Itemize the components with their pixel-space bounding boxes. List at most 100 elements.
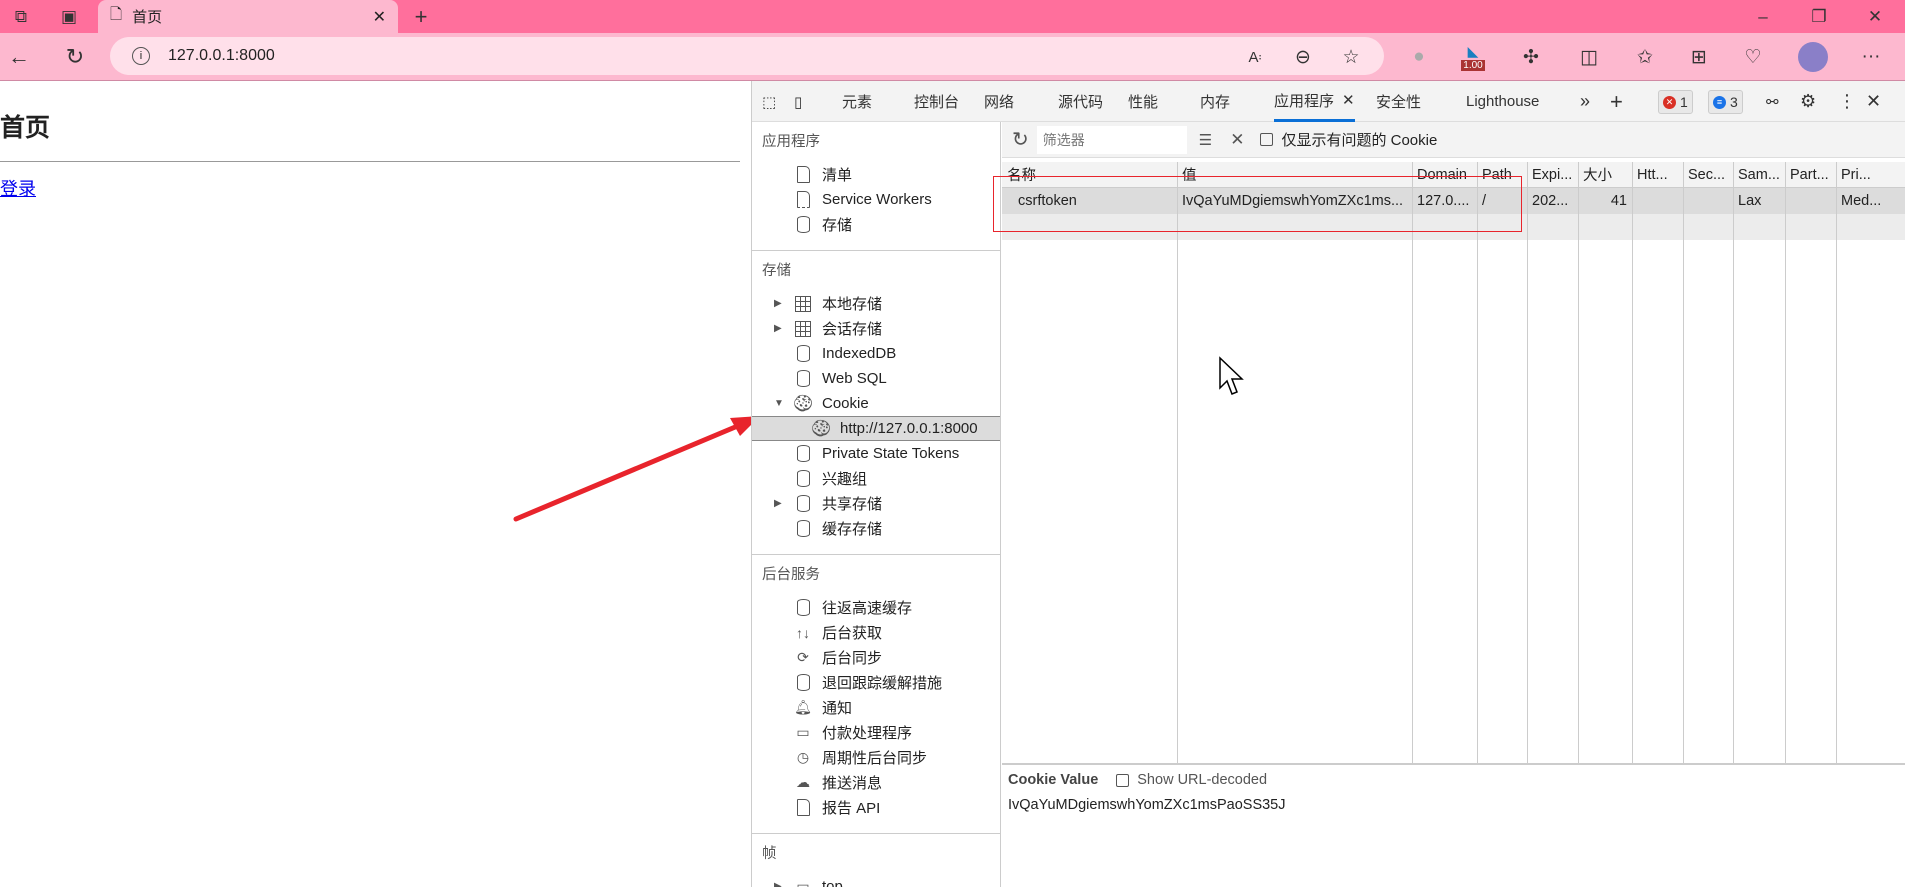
column-divider[interactable]: [1733, 162, 1734, 763]
sidebar-item[interactable]: IndexedDB: [752, 341, 1000, 366]
column-header[interactable]: Pri...: [1836, 162, 1905, 187]
devtools-tab[interactable]: 性能: [1128, 81, 1158, 122]
expand-arrow-icon[interactable]: ▶: [774, 498, 792, 509]
devtools-tab[interactable]: Lighthouse: [1466, 81, 1539, 122]
sidebar-item[interactable]: 退回跟踪缓解措施: [752, 670, 1000, 695]
message-count-badge[interactable]: ≡ 3: [1708, 90, 1743, 114]
table-cell: 202...: [1532, 193, 1569, 209]
expand-arrow-icon[interactable]: ▶: [774, 298, 792, 309]
sidebar-item[interactable]: 兴趣组: [752, 466, 1000, 491]
device-toolbar-icon[interactable]: ▯: [794, 81, 802, 122]
sidebar-item[interactable]: 缓存存储: [752, 516, 1000, 541]
sidebar-item[interactable]: Service Workers: [752, 187, 1000, 212]
table-cell: [1785, 188, 1836, 214]
sidebar-item[interactable]: ▶ 本地存储: [752, 291, 1000, 316]
sidebar-item[interactable]: ◷ 周期性后台同步: [752, 745, 1000, 770]
cyl-icon: [792, 445, 814, 463]
only-issues-checkbox[interactable]: [1260, 133, 1274, 146]
filter-input[interactable]: [1036, 125, 1187, 154]
devtools-tab[interactable]: 源代码: [1058, 81, 1103, 122]
cyl-icon: [792, 345, 814, 363]
sidebar-item[interactable]: ▶ 会话存储: [752, 316, 1000, 341]
sidebar-item-label: Private State Tokens: [822, 445, 960, 462]
column-divider[interactable]: [1836, 162, 1837, 763]
add-tab-icon[interactable]: +: [1610, 81, 1623, 122]
sync-icon: ⟳: [797, 649, 809, 665]
sidebar-item-label: Cookie: [822, 395, 869, 412]
sidebar-item[interactable]: Private State Tokens: [752, 441, 1000, 466]
cookie-value-text[interactable]: IvQaYuMDgiemswhYomZXc1msPaoSS35J: [1002, 797, 1905, 813]
gear-icon: [792, 191, 814, 209]
column-divider[interactable]: [1785, 162, 1786, 763]
tab-label: 性能: [1128, 94, 1159, 111]
cookie-value-pane: Cookie Value Show URL-decoded IvQaYuMDgi…: [1002, 763, 1905, 887]
sidebar-item[interactable]: Web SQL: [752, 366, 1000, 391]
column-divider[interactable]: [1412, 162, 1413, 763]
sidebar-item-label: 存储: [822, 217, 853, 234]
expand-arrow-icon[interactable]: ▼: [774, 398, 792, 409]
grid-icon: [792, 295, 814, 313]
column-divider[interactable]: [1527, 162, 1528, 763]
devtools-tab[interactable]: 内存: [1200, 81, 1230, 122]
column-divider[interactable]: [1477, 162, 1478, 763]
sidebar-item-label: Service Workers: [822, 191, 932, 208]
sidebar-item-label: 推送消息: [822, 775, 883, 792]
column-divider[interactable]: [1683, 162, 1684, 763]
delete-selected-icon[interactable]: ✕: [1230, 130, 1244, 150]
tab-label: 控制台: [914, 94, 960, 111]
sidebar-item[interactable]: ↑↓ 后台获取: [752, 620, 1000, 645]
frame-icon: ▭: [796, 878, 810, 887]
column-divider[interactable]: [1632, 162, 1633, 763]
sidebar-item-label: 共享存储: [822, 496, 883, 513]
sidebar-item-label: 往返高速缓存: [822, 600, 913, 617]
devtools-tab[interactable]: 网络: [984, 81, 1014, 122]
kebab-menu-icon[interactable]: ⋮: [1838, 81, 1856, 122]
sidebar-item[interactable]: 清单: [752, 162, 1000, 187]
devtools-tab[interactable]: 元素: [842, 81, 872, 122]
sidebar-item[interactable]: ☁︎ 推送消息: [752, 770, 1000, 795]
sidebar-item[interactable]: 往返高速缓存: [752, 595, 1000, 620]
settings-icon[interactable]: ⚙: [1800, 81, 1816, 122]
column-divider[interactable]: [1578, 162, 1579, 763]
customize-icon[interactable]: ⚯: [1766, 81, 1779, 122]
cyl-icon: [792, 495, 814, 513]
sidebar-item-label: 会话存储: [822, 321, 883, 338]
red-box-annotation: [993, 176, 1522, 232]
sidebar-item[interactable]: ▶ 共享存储: [752, 491, 1000, 516]
column-header[interactable]: 大小: [1578, 162, 1632, 187]
sidebar-item[interactable]: 报告 API: [752, 795, 1000, 820]
column-header[interactable]: Sec...: [1683, 162, 1733, 187]
devtools-tab[interactable]: 安全性: [1376, 81, 1421, 122]
grid-icon: [792, 320, 814, 338]
devtools-tab[interactable]: 应用程序 ✕: [1274, 81, 1355, 122]
sidebar-item[interactable]: ▼ 🍪︎ Cookie: [752, 391, 1000, 416]
only-issues-label: 仅显示有问题的 Cookie: [1281, 132, 1438, 149]
clear-all-icon[interactable]: ☰: [1199, 131, 1212, 149]
expand-arrow-icon[interactable]: ▶: [774, 323, 792, 334]
close-devtools-icon[interactable]: ✕: [1866, 81, 1881, 122]
sidebar-item[interactable]: ▶ ▭ top: [752, 874, 1000, 887]
tab-label: 内存: [1200, 94, 1231, 111]
sidebar-item-label: 退回跟踪缓解措施: [822, 675, 943, 692]
sidebar-item[interactable]: 🔔︎ 通知: [752, 695, 1000, 720]
inspect-icon[interactable]: ⬚: [762, 81, 776, 122]
column-header[interactable]: Part...: [1785, 162, 1836, 187]
card-icon: ▭: [796, 724, 810, 740]
show-url-decoded-checkbox[interactable]: [1116, 773, 1130, 787]
column-divider[interactable]: [1177, 162, 1178, 763]
refresh-icon[interactable]: ↻: [1012, 127, 1029, 152]
expand-arrow-icon[interactable]: ▶: [774, 881, 792, 887]
sidebar-section: 应用程序 清单 Service Workers 存储: [752, 122, 1000, 250]
column-header[interactable]: Expi...: [1527, 162, 1578, 187]
sidebar-item[interactable]: ⟳ 后台同步: [752, 645, 1000, 670]
sidebar-item[interactable]: 🍪︎ http://127.0.0.1:8000: [752, 416, 1000, 441]
tab-label: 源代码: [1058, 94, 1104, 111]
column-header[interactable]: Sam...: [1733, 162, 1785, 187]
error-count-badge[interactable]: ✕ 1: [1658, 90, 1693, 114]
sidebar-item[interactable]: 存储: [752, 212, 1000, 237]
close-tab-icon[interactable]: ✕: [1342, 91, 1355, 109]
devtools-tab[interactable]: 控制台: [914, 81, 959, 122]
more-tabs-icon[interactable]: »: [1580, 81, 1590, 122]
column-header[interactable]: Htt...: [1632, 162, 1683, 187]
sidebar-item[interactable]: ▭ 付款处理程序: [752, 720, 1000, 745]
